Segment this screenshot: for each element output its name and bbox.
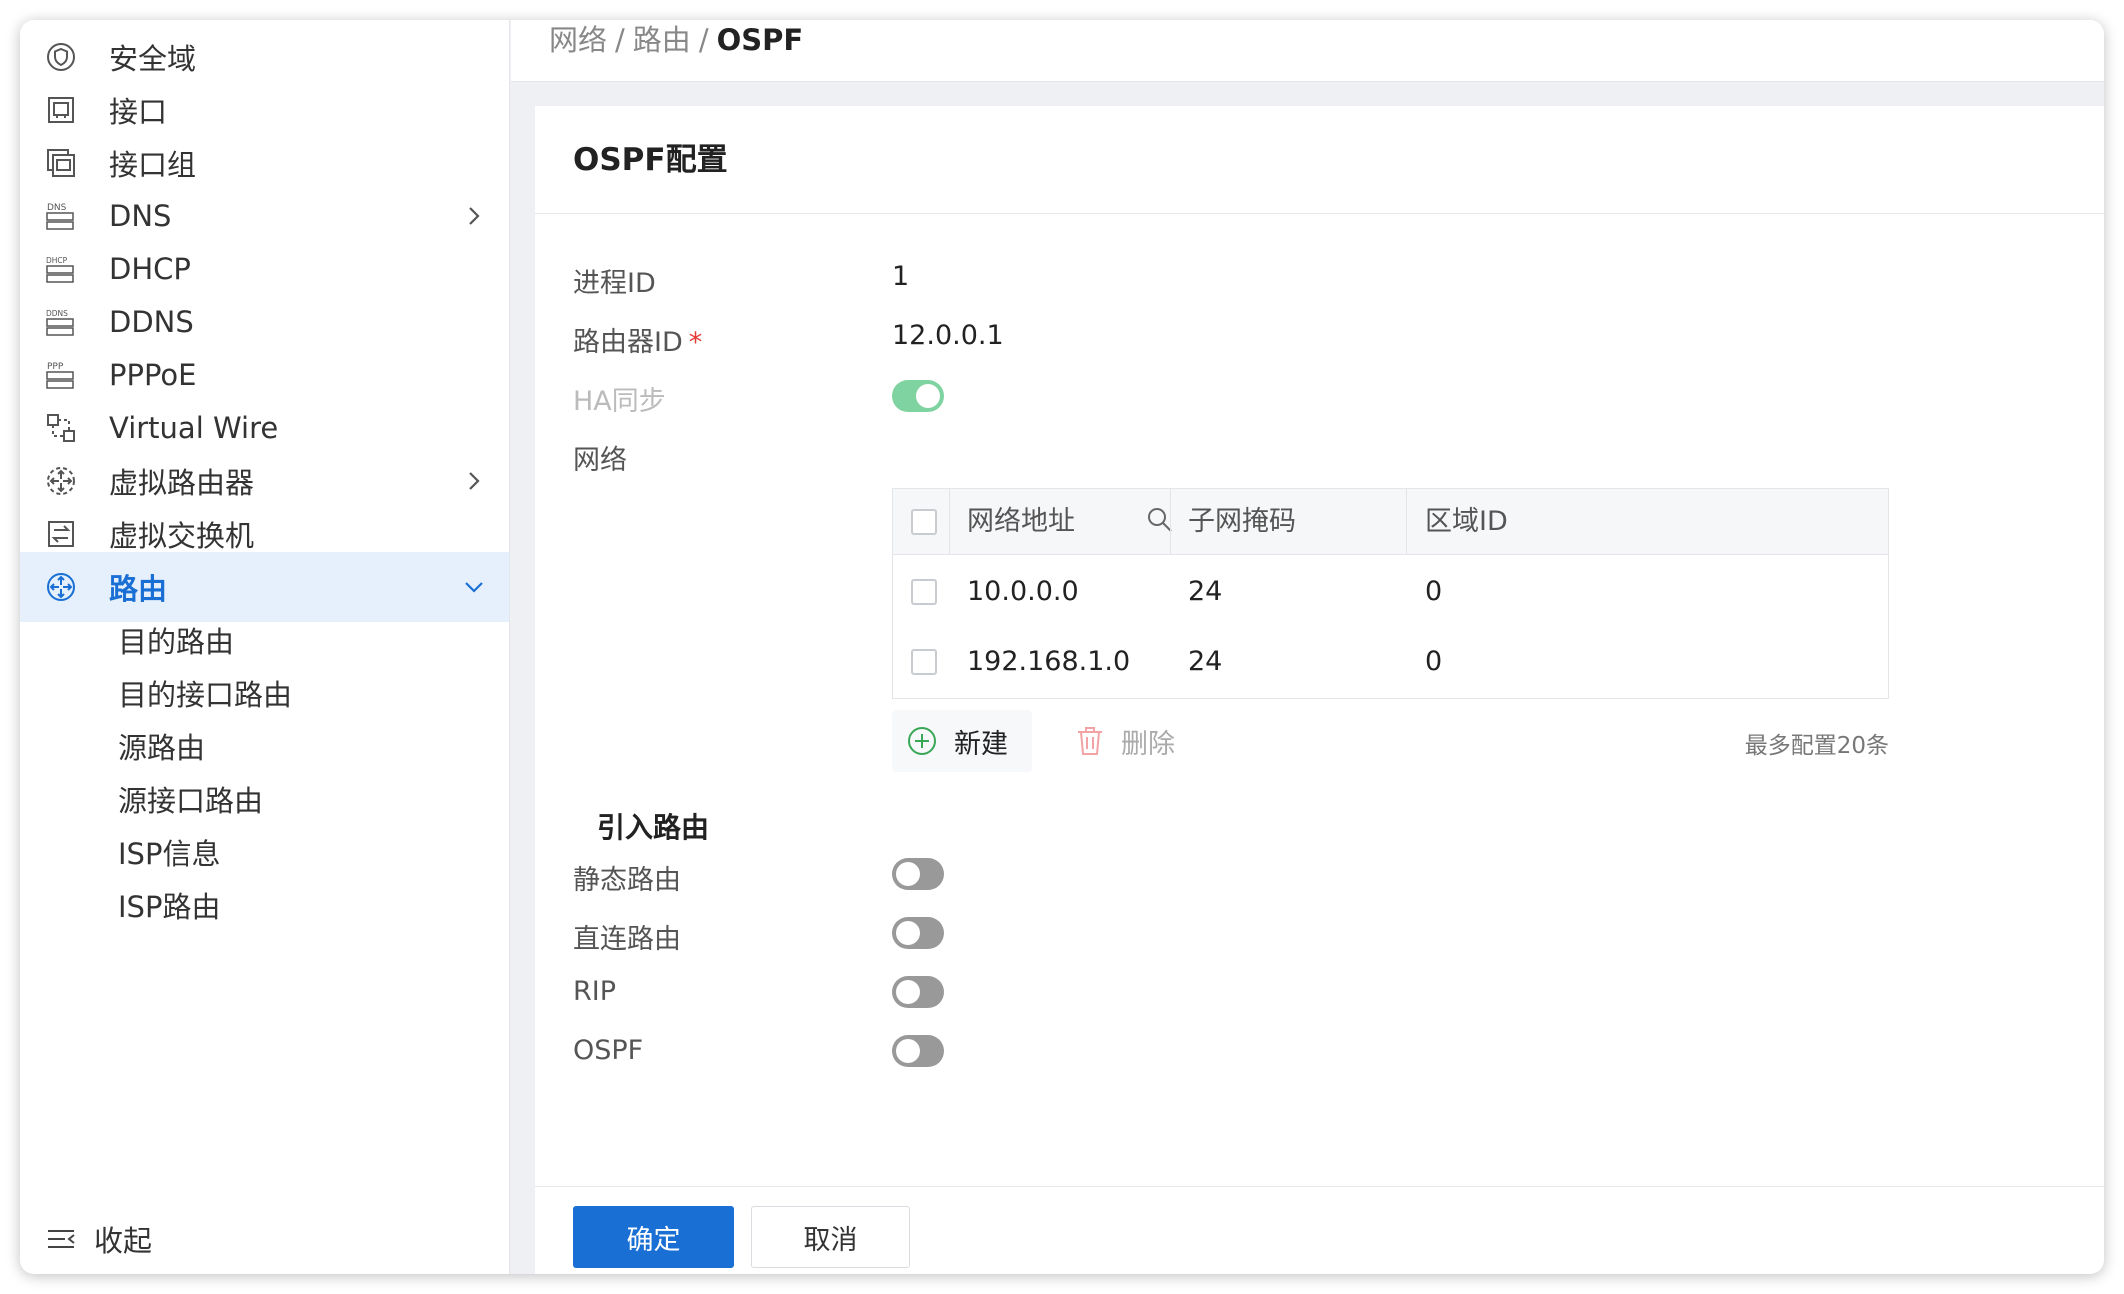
collapse-menu-icon xyxy=(48,1230,75,1248)
virtual-switch-icon xyxy=(44,517,78,551)
virtual-router-icon xyxy=(44,464,78,498)
column-header-area-id: 区域ID xyxy=(1425,506,1508,537)
new-button[interactable]: 新建 xyxy=(892,710,1032,772)
sidebar-item-label: DHCP xyxy=(109,252,191,286)
sidebar-item-label: 虚拟路由器 xyxy=(109,466,255,500)
trash-icon xyxy=(1078,727,1102,755)
ospf-config-panel: OSPF配置 进程ID 1 路由器ID * 12.0.0.1 HA同步 网络 网络… xyxy=(535,106,2104,1274)
breadcrumb-item[interactable]: 路由 xyxy=(633,23,691,57)
page-title: OSPF配置 xyxy=(573,142,728,178)
divider xyxy=(535,213,2104,214)
ospf-toggle[interactable] xyxy=(892,1035,944,1067)
direct-route-toggle[interactable] xyxy=(892,917,944,949)
breadcrumb: 网络 / 路由 / OSPF xyxy=(549,23,804,57)
ha-sync-toggle[interactable] xyxy=(892,380,944,412)
shield-icon xyxy=(44,40,78,74)
cell-network-address: 192.168.1.0 xyxy=(967,646,1131,677)
chevron-down-icon xyxy=(465,582,483,593)
router-id-value: 12.0.0.1 xyxy=(892,320,1004,351)
svg-text:PPP: PPP xyxy=(47,362,64,372)
cell-subnet-mask: 24 xyxy=(1188,576,1223,607)
breadcrumb-item[interactable]: 网络 xyxy=(549,23,607,57)
delete-button[interactable]: 删除 xyxy=(1075,710,1195,772)
app-window: 安全域 接口 接口组 DNS DNS DHCP DHCP DDNS DDNS P… xyxy=(20,20,2104,1274)
cell-area-id: 0 xyxy=(1425,576,1443,607)
top-bar: 网络 / 路由 / OSPF xyxy=(511,20,2104,82)
port-icon xyxy=(44,93,78,127)
svg-text:DDNS: DDNS xyxy=(46,309,68,318)
network-table: 网络地址 子网掩码 区域ID 10.0.0.0 24 0 192.168.1.0… xyxy=(892,488,1889,699)
sidebar-subitem-isp-route[interactable]: ISP路由 xyxy=(20,870,509,940)
breadcrumb-current: OSPF xyxy=(716,23,804,57)
sidebar-item-label: 接口 xyxy=(109,95,168,129)
sidebar-item-label: DDNS xyxy=(109,305,194,339)
confirm-button[interactable]: 确定 xyxy=(573,1206,734,1268)
column-header-network-address: 网络地址 xyxy=(967,506,1075,537)
svg-text:DNS: DNS xyxy=(47,203,67,213)
sidebar-item-label: 路由 xyxy=(109,572,168,606)
static-route-label: 静态路由 xyxy=(573,865,681,896)
direct-route-label: 直连路由 xyxy=(573,924,681,955)
chevron-right-icon xyxy=(469,472,480,490)
table-row[interactable]: 10.0.0.0 24 0 xyxy=(893,557,1888,627)
virtual-wire-icon xyxy=(44,411,78,445)
row-checkbox[interactable] xyxy=(911,579,937,605)
select-all-checkbox[interactable] xyxy=(911,509,937,535)
required-mark: * xyxy=(688,327,703,358)
ospf-label: OSPF xyxy=(573,1035,644,1066)
dns-icon: DNS xyxy=(44,199,78,233)
delete-button-label: 删除 xyxy=(1121,728,1175,760)
ddns-icon: DDNS xyxy=(44,305,78,339)
max-entries-note: 最多配置20条 xyxy=(1744,733,1889,759)
plus-circle-icon xyxy=(908,727,936,755)
table-header: 网络地址 子网掩码 区域ID xyxy=(893,489,1888,555)
sidebar-subitem-label: 目的接口路由 xyxy=(118,678,293,712)
sidebar-item-label: 安全域 xyxy=(109,42,197,76)
static-route-toggle[interactable] xyxy=(892,858,944,890)
redistribute-section-title: 引入路由 xyxy=(597,811,710,844)
rip-label: RIP xyxy=(573,976,617,1007)
row-checkbox[interactable] xyxy=(911,649,937,675)
router-id-label: 路由器ID * xyxy=(573,320,702,359)
pppoe-icon: PPP xyxy=(44,358,78,392)
ha-sync-label: HA同步 xyxy=(573,386,666,417)
collapse-label: 收起 xyxy=(94,1224,153,1258)
port-group-icon xyxy=(44,146,78,180)
new-button-label: 新建 xyxy=(954,728,1008,760)
column-separator xyxy=(1406,489,1407,555)
cancel-button[interactable]: 取消 xyxy=(751,1206,910,1268)
process-id-label: 进程ID xyxy=(573,268,656,299)
process-id-value: 1 xyxy=(892,261,910,292)
column-header-subnet-mask: 子网掩码 xyxy=(1188,506,1296,537)
divider xyxy=(535,1186,2104,1187)
dhcp-icon: DHCP xyxy=(44,252,78,286)
column-separator xyxy=(1170,489,1171,555)
sidebar-item-label: PPPoE xyxy=(109,358,197,392)
chevron-right-icon xyxy=(469,207,480,225)
sidebar-subitem-label: ISP路由 xyxy=(118,890,221,924)
rip-toggle[interactable] xyxy=(892,976,944,1008)
sidebar-item-label: DNS xyxy=(109,199,172,233)
sidebar-item-label: 虚拟交换机 xyxy=(109,519,255,553)
sidebar: 安全域 接口 接口组 DNS DNS DHCP DHCP DDNS DDNS P… xyxy=(20,20,510,1274)
sidebar-subitem-label: ISP信息 xyxy=(118,837,221,871)
svg-text:DHCP: DHCP xyxy=(46,256,68,265)
cell-area-id: 0 xyxy=(1425,646,1443,677)
sidebar-collapse-button[interactable]: 收起 xyxy=(20,1204,509,1274)
sidebar-subitem-label: 源接口路由 xyxy=(118,784,264,818)
sidebar-item-label: Virtual Wire xyxy=(109,411,279,445)
column-separator xyxy=(949,489,950,555)
network-label: 网络 xyxy=(573,445,627,476)
cell-subnet-mask: 24 xyxy=(1188,646,1223,677)
route-icon xyxy=(44,570,78,604)
router-id-label-text: 路由器ID xyxy=(573,327,683,358)
sidebar-item-label: 接口组 xyxy=(109,148,197,182)
sidebar-subitem-label: 源路由 xyxy=(118,731,206,765)
sidebar-subitem-label: 目的路由 xyxy=(118,625,235,659)
table-row[interactable]: 192.168.1.0 24 0 xyxy=(893,627,1888,697)
cell-network-address: 10.0.0.0 xyxy=(967,576,1079,607)
